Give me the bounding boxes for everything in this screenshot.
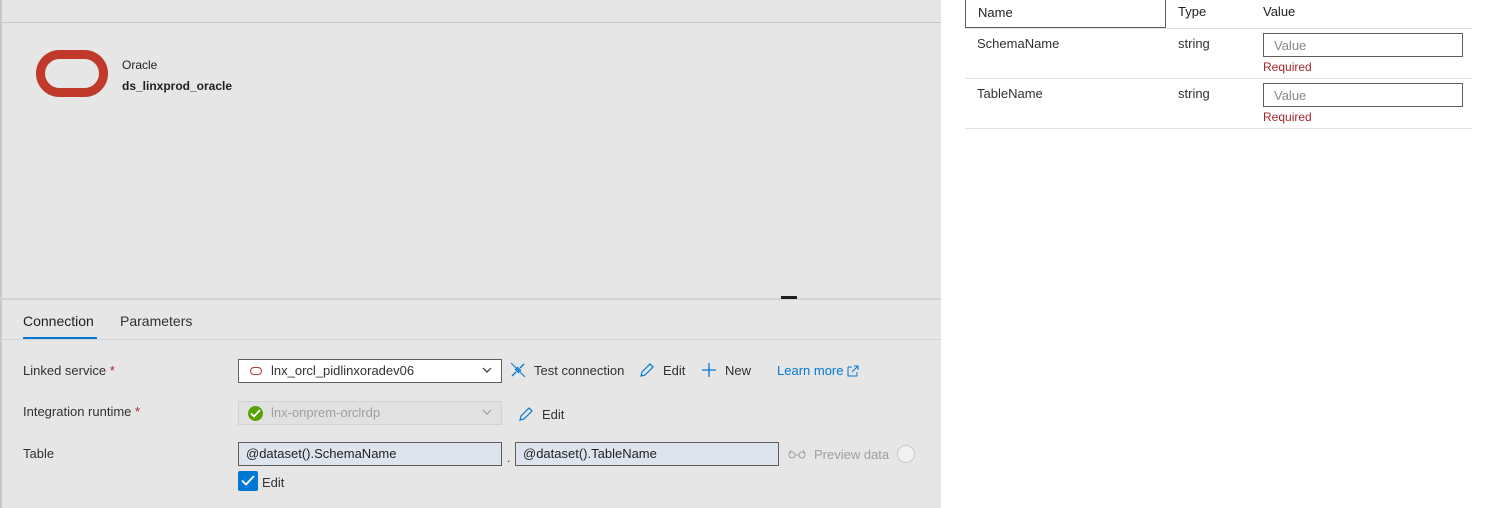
tab-connection[interactable]: Connection — [23, 313, 94, 329]
chevron-down-icon — [482, 409, 492, 415]
linked-service-value: lnx_orcl_pidlinxoradev06 — [271, 363, 415, 378]
integration-runtime-edit-button[interactable]: Edit — [518, 406, 564, 422]
required-marker: * — [109, 363, 115, 378]
preview-data-label: Preview data — [814, 446, 890, 462]
integration-runtime-label-text: Integration runtime — [23, 404, 132, 419]
checkmark-icon — [241, 475, 255, 486]
test-connection-icon — [510, 362, 526, 378]
integration-runtime-select: lnx-onprem-orclrdp — [238, 401, 502, 425]
preview-spinner-icon — [897, 445, 916, 463]
splitter-grip-icon[interactable] — [781, 296, 797, 299]
schema-table-separator: . — [507, 451, 511, 465]
edit-table-checkbox[interactable] — [238, 471, 258, 491]
active-tab-indicator — [23, 337, 97, 339]
linked-service-edit-button[interactable]: Edit — [639, 362, 685, 378]
plus-icon — [702, 363, 716, 377]
required-error: Required — [1263, 60, 1312, 74]
table-row: SchemaName string Required — [965, 29, 1472, 79]
dataset-name: ds_linxprod_oracle — [122, 79, 233, 93]
table-name-input[interactable]: @dataset().TableName — [515, 442, 779, 466]
integration-runtime-label: Integration runtime * — [23, 404, 140, 419]
chevron-down-icon — [482, 367, 492, 373]
schema-name-input[interactable]: @dataset().SchemaName — [238, 442, 502, 466]
param-type: string — [1178, 86, 1210, 101]
edit-label: Edit — [663, 362, 686, 378]
dataset-card[interactable]: Oracle ds_linxprod_oracle — [36, 50, 296, 100]
test-connection-button[interactable]: Test connection — [510, 362, 624, 378]
table-row: TableName string Required — [965, 79, 1472, 129]
glasses-icon — [788, 449, 806, 459]
table-label: Table — [23, 446, 55, 461]
properties-tabs: Connection Parameters — [0, 300, 941, 340]
param-type: string — [1178, 36, 1210, 51]
param-name: TableName — [977, 86, 1043, 101]
left-border — [0, 0, 2, 508]
integration-runtime-value: lnx-onprem-orclrdp — [271, 405, 381, 420]
oracle-icon — [250, 367, 262, 375]
preview-data-button[interactable]: Preview data — [788, 445, 916, 463]
required-marker: * — [135, 404, 141, 419]
header-value: Value — [1263, 4, 1296, 19]
header-type: Type — [1178, 4, 1207, 19]
test-connection-label: Test connection — [534, 362, 625, 378]
required-error: Required — [1263, 110, 1312, 124]
top-toolbar-strip — [0, 0, 941, 23]
header-name[interactable]: Name — [965, 0, 1166, 28]
learn-more-link[interactable]: Learn more — [777, 363, 859, 378]
external-link-icon — [847, 365, 859, 376]
edit-label: Edit — [542, 406, 565, 422]
linked-service-label: Linked service * — [23, 363, 115, 378]
new-linked-service-button[interactable]: New — [701, 362, 751, 378]
linked-service-label-text: Linked service — [23, 363, 107, 378]
dataset-parameters-panel: Name Type Value SchemaName string Requir… — [941, 0, 1503, 508]
pencil-icon — [519, 407, 533, 421]
new-label: New — [725, 362, 752, 378]
pencil-icon — [640, 363, 654, 377]
check-circle-icon — [248, 406, 263, 421]
tab-parameters[interactable]: Parameters — [120, 313, 192, 329]
dataset-type-label: Oracle — [122, 58, 158, 72]
oracle-logo-icon — [36, 50, 108, 97]
dataset-editor: Oracle ds_linxprod_oracle Connection Par… — [0, 0, 941, 508]
learn-more-label: Learn more — [777, 363, 844, 378]
linked-service-select[interactable]: lnx_orcl_pidlinxoradev06 — [238, 359, 502, 383]
edit-checkbox-label: Edit — [262, 475, 285, 490]
param-value-input[interactable] — [1263, 33, 1463, 57]
param-value-input[interactable] — [1263, 83, 1463, 107]
parameters-table: Name Type Value SchemaName string Requir… — [965, 0, 1472, 129]
param-name: SchemaName — [977, 36, 1060, 51]
table-header: Name Type Value — [965, 0, 1472, 29]
